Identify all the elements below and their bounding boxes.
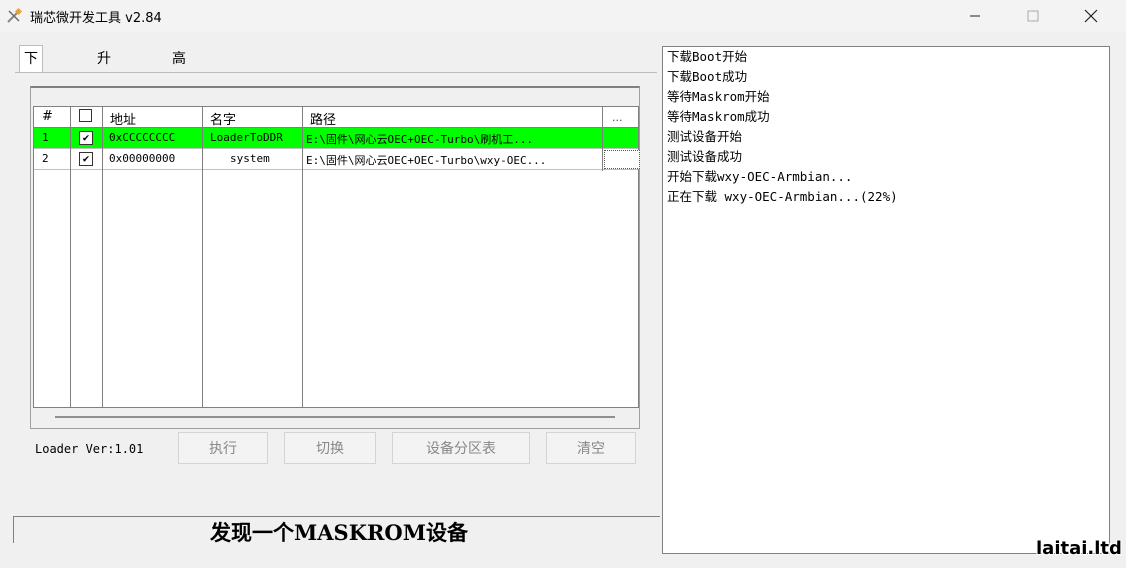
row-address[interactable]: 0x00000000 bbox=[109, 152, 175, 165]
column-divider bbox=[102, 107, 103, 407]
log-line: 测试设备开始 bbox=[667, 129, 743, 144]
column-divider bbox=[70, 107, 71, 407]
close-icon bbox=[1084, 9, 1098, 23]
log-line: 下载Boot开始 bbox=[667, 49, 748, 64]
image-table-frame: # 地址 名字 路径 ... 1 ✔ 0xCCCCCCCC LoaderToDD… bbox=[30, 86, 640, 429]
clear-button[interactable]: 清空 bbox=[546, 432, 636, 464]
header-num: # bbox=[42, 109, 53, 124]
log-line: 等待Maskrom成功 bbox=[667, 109, 770, 124]
close-button[interactable] bbox=[1068, 0, 1114, 32]
log-line: 等待Maskrom开始 bbox=[667, 89, 770, 104]
log-line: 开始下载wxy-OEC-Armbian... bbox=[667, 169, 853, 184]
log-line: 下载Boot成功 bbox=[667, 69, 748, 84]
minimize-button[interactable] bbox=[952, 0, 998, 32]
header-path[interactable]: 路径 bbox=[310, 109, 336, 128]
window-title: 瑞芯微开发工具 v2.84 bbox=[30, 11, 162, 26]
header-address[interactable]: 地址 bbox=[110, 109, 136, 128]
maximize-button[interactable] bbox=[1010, 0, 1056, 32]
partition-table-button[interactable]: 设备分区表 bbox=[392, 432, 530, 464]
row-address[interactable]: 0xCCCCCCCC bbox=[109, 131, 175, 144]
switch-button[interactable]: 切换 bbox=[284, 432, 376, 464]
column-divider bbox=[202, 107, 203, 407]
column-divider bbox=[602, 107, 603, 171]
minimize-icon bbox=[970, 15, 980, 17]
tab-advanced[interactable]: 高级功能 bbox=[168, 46, 190, 145]
row-path[interactable]: E:\固件\网心云OEC+OEC-Turbo\刷机工... bbox=[306, 131, 602, 147]
row-name[interactable]: LoaderToDDR bbox=[210, 131, 283, 144]
row-num: 1 bbox=[42, 131, 49, 144]
tools-icon bbox=[7, 8, 22, 23]
table-header: # 地址 名字 路径 ... bbox=[34, 107, 638, 128]
row-checkbox[interactable]: ✔ bbox=[79, 152, 93, 166]
log-line: 正在下载 wxy-OEC-Armbian...(22%) bbox=[667, 189, 898, 204]
maximize-icon bbox=[1027, 10, 1039, 22]
row-path[interactable]: E:\固件\网心云OEC+OEC-Turbo\wxy-OEC... bbox=[306, 152, 602, 168]
status-bar: 发现一个MASKROM设备 bbox=[13, 516, 660, 545]
device-status: 发现一个MASKROM设备 bbox=[210, 520, 468, 545]
watermark: laitai.ltd bbox=[1036, 538, 1122, 559]
row-browse-cell[interactable] bbox=[604, 150, 640, 169]
horizontal-scrollbar[interactable] bbox=[55, 416, 615, 418]
tab-download-image[interactable]: 下载镜像 bbox=[19, 45, 43, 145]
table-row[interactable]: 2 ✔ 0x00000000 system E:\固件\网心云OEC+OEC-T… bbox=[34, 149, 640, 170]
header-more[interactable]: ... bbox=[612, 111, 623, 124]
table-row[interactable]: 1 ✔ 0xCCCCCCCC LoaderToDDR E:\固件\网心云OEC+… bbox=[34, 128, 638, 149]
row-checkbox[interactable]: ✔ bbox=[79, 131, 93, 145]
log-line: 测试设备成功 bbox=[667, 149, 743, 164]
row-name[interactable]: system bbox=[230, 152, 270, 165]
header-name[interactable]: 名字 bbox=[210, 109, 236, 128]
image-table: # 地址 名字 路径 ... 1 ✔ 0xCCCCCCCC LoaderToDD… bbox=[33, 106, 640, 408]
loader-version: Loader Ver:1.01 bbox=[35, 442, 144, 456]
log-panel[interactable]: 下载Boot开始 下载Boot成功 等待Maskrom开始 等待Maskrom成… bbox=[662, 46, 1110, 554]
header-checkbox[interactable] bbox=[79, 109, 92, 122]
column-divider bbox=[302, 107, 303, 407]
tab-upgrade-firmware[interactable]: 升级固件 bbox=[93, 46, 115, 145]
row-num: 2 bbox=[42, 152, 49, 165]
title-bar: 瑞芯微开发工具 v2.84 bbox=[0, 0, 1126, 32]
execute-button[interactable]: 执行 bbox=[178, 432, 268, 464]
